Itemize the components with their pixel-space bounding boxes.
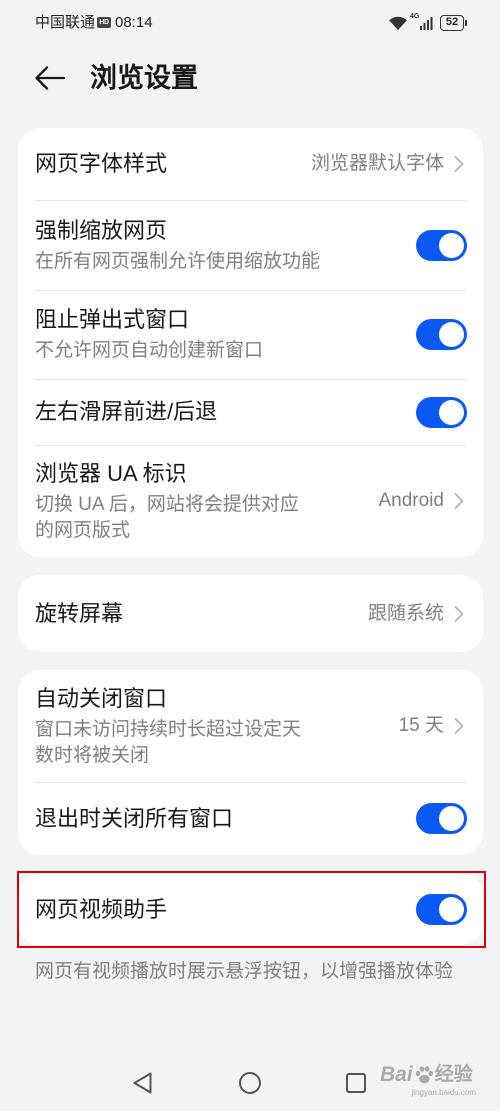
setting-title: 左右滑屏前进/后退	[35, 399, 218, 424]
circle-home-icon[interactable]	[238, 1071, 262, 1095]
baidu-jingyan-watermark: Bai 经验 jingyan.baidu.com	[380, 1062, 480, 1100]
setting-value-group: Android	[369, 488, 468, 514]
setting-value: 跟随系统	[367, 602, 444, 624]
setting-video-assistant[interactable]: 网页视频助手	[18, 874, 483, 945]
battery-icon: 52	[440, 15, 467, 31]
setting-value-group: 15 天	[389, 713, 467, 739]
setting-rotate-screen[interactable]: 旋转屏幕 跟随系统	[18, 575, 483, 652]
square-recents-icon[interactable]	[344, 1071, 368, 1095]
setting-value: 15 天	[398, 715, 444, 736]
setting-font-style[interactable]: 网页字体样式 浏览器默认字体	[18, 128, 483, 200]
video-assistant-description: 网页有视频播放时展示悬浮按钮，以增强播放体验	[35, 961, 454, 982]
setting-title: 自动关闭窗口	[35, 685, 168, 711]
setting-subtitle: 在所有网页强制允许使用缩放功能	[35, 250, 321, 272]
setting-text: 旋转屏幕	[35, 599, 358, 629]
back-button[interactable]	[30, 59, 70, 97]
carrier-name: 中国联通	[35, 14, 96, 31]
setting-text: 网页字体样式	[35, 149, 301, 179]
setting-title: 浏览器 UA 标识	[35, 460, 187, 486]
setting-swipe-navigation[interactable]: 左右滑屏前进/后退	[18, 379, 483, 445]
hd-badge: HD	[97, 17, 111, 28]
block-popups-toggle[interactable]	[416, 319, 467, 350]
toggle-knob	[439, 232, 464, 258]
watermark-logo: Bai 经验	[380, 1062, 480, 1088]
toggle-knob	[439, 897, 464, 922]
status-bar: 中国联通 HD 08:14 4G 52	[0, 0, 500, 46]
toggle-knob	[439, 806, 464, 831]
setting-auto-close-windows[interactable]: 自动关闭窗口 窗口未访问持续时长超过设定天数时将被关闭 15 天	[18, 670, 483, 782]
toggle-knob	[439, 399, 464, 425]
video-assistant-toggle[interactable]	[416, 894, 467, 925]
setting-text: 自动关闭窗口 窗口未访问持续时长超过设定天数时将被关闭	[35, 684, 315, 769]
clock-time: 08:14	[115, 14, 153, 31]
setting-value-group: 浏览器默认字体	[301, 151, 467, 177]
setting-force-zoom[interactable]: 强制缩放网页 在所有网页强制允许使用缩放功能	[18, 200, 483, 290]
watermark-url: jingyan.baidu.com	[411, 1088, 476, 1097]
setting-close-all-on-exit[interactable]: 退出时关闭所有窗口	[18, 782, 483, 855]
chevron-right-icon	[454, 493, 464, 509]
paw-icon	[415, 1066, 433, 1084]
chevron-right-icon	[454, 718, 464, 734]
setting-text: 退出时关闭所有窗口	[35, 804, 416, 834]
setting-value: 浏览器默认字体	[310, 153, 444, 174]
setting-text: 强制缩放网页 在所有网页强制允许使用缩放功能	[35, 216, 416, 275]
setting-text: 阻止弹出式窗口 不允许网页自动创建新窗口	[35, 305, 416, 364]
close-all-on-exit-toggle[interactable]	[416, 803, 467, 834]
swipe-navigation-toggle[interactable]	[416, 396, 467, 428]
setting-text: 浏览器 UA 标识 切换 UA 后，网站将会提供对应的网页版式	[35, 459, 315, 544]
settings-group-windows: 自动关闭窗口 窗口未访问持续时长超过设定天数时将被关闭 15 天 退出时关闭所有…	[18, 670, 483, 855]
setting-subtitle: 不允许网页自动创建新窗口	[35, 340, 264, 361]
setting-text: 左右滑屏前进/后退	[35, 397, 416, 427]
toggle-knob	[439, 322, 464, 347]
setting-user-agent[interactable]: 浏览器 UA 标识 切换 UA 后，网站将会提供对应的网页版式 Android	[18, 445, 483, 557]
force-zoom-toggle[interactable]	[416, 229, 467, 261]
setting-subtitle: 窗口未访问持续时长超过设定天数时将被关闭	[35, 718, 302, 766]
page-title: 浏览设置	[90, 63, 198, 93]
setting-value-group: 跟随系统	[358, 601, 467, 627]
settings-group-general: 网页字体样式 浏览器默认字体 强制缩放网页 在所有网页强制允许使用缩放功能 阻止…	[18, 128, 483, 557]
setting-title: 阻止弹出式窗口	[35, 307, 190, 332]
setting-subtitle: 切换 UA 后，网站将会提供对应的网页版式	[35, 493, 299, 541]
signal-icon	[420, 17, 433, 30]
chevron-right-icon	[454, 605, 464, 622]
wifi-icon	[389, 16, 407, 30]
arrow-left-icon	[35, 66, 66, 90]
setting-text: 网页视频助手	[35, 895, 416, 925]
settings-group-video: 网页视频助手	[18, 874, 483, 945]
setting-value: Android	[378, 490, 445, 511]
watermark-product: 经验	[434, 1064, 473, 1085]
setting-title: 退出时关闭所有窗口	[35, 805, 234, 831]
setting-block-popups[interactable]: 阻止弹出式窗口 不允许网页自动创建新窗口	[18, 290, 483, 379]
setting-title: 强制缩放网页	[35, 217, 168, 243]
network-type-label: 4G	[410, 13, 420, 20]
setting-title: 网页字体样式	[35, 151, 168, 176]
watermark-brand: Bai	[380, 1063, 413, 1086]
setting-title: 旋转屏幕	[35, 600, 124, 626]
setting-title: 网页视频助手	[35, 896, 168, 922]
battery-level: 52	[440, 15, 464, 31]
chevron-right-icon	[454, 156, 464, 172]
triangle-back-icon[interactable]	[131, 1071, 155, 1095]
settings-group-rotation: 旋转屏幕 跟随系统	[18, 575, 483, 652]
battery-tip	[464, 20, 467, 26]
